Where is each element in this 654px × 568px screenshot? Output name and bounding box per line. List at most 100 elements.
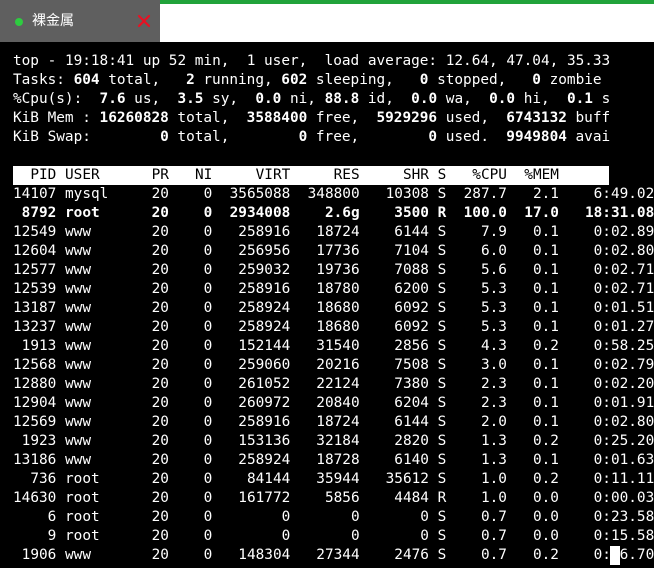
cell-user: www [65, 433, 135, 449]
uptime-line: top - 19:18:41 up 52 min, 1 user, load a… [13, 53, 611, 69]
cell-cpu: 100.0 [454, 205, 507, 221]
cell-virt: 260972 [220, 395, 291, 411]
cell-pid: 12568 [13, 357, 57, 373]
cell-mem: 0.2 [515, 471, 559, 487]
cell-res: 18680 [298, 319, 360, 335]
cell-shr: 6144 [368, 224, 429, 240]
cell-pr: 20 [142, 376, 169, 392]
close-icon[interactable] [136, 13, 152, 29]
cell-s: S [437, 357, 447, 373]
cell-cpu: 0.7 [454, 547, 507, 563]
cell-ni: 0 [177, 300, 213, 316]
cell-pr: 20 [142, 224, 169, 240]
cell-res: 22124 [298, 376, 360, 392]
process-table-header: PID USER PR NI VIRT RES SHR S %CPU %MEM … [13, 166, 654, 185]
cell-ni: 0 [177, 338, 213, 354]
cell-s: S [437, 300, 447, 316]
table-row: 1906 www 20 0 148304 27344 2476 S 0.7 0.… [13, 546, 654, 565]
cell-time: 0:25.20 [567, 433, 654, 449]
cell-cpu: 287.7 [454, 186, 507, 202]
cell-mem: 0.1 [515, 452, 559, 468]
cell-time: 0:23.58 [567, 509, 654, 525]
cell-ni: 0 [177, 357, 213, 373]
cell-shr: 10308 [368, 186, 429, 202]
cell-time: 0:02.80 [567, 243, 654, 259]
column-header-user: USER [65, 167, 135, 183]
cell-cpu: 1.0 [454, 471, 507, 487]
column-header-time: TIME+ [567, 167, 654, 183]
cell-s: R [437, 205, 447, 221]
terminal-cursor [610, 546, 620, 565]
cell-shr: 6144 [368, 414, 429, 430]
cell-pr: 20 [142, 186, 169, 202]
cell-shr: 0 [368, 509, 429, 525]
column-header-pid: PID [13, 167, 57, 183]
cell-ni: 0 [177, 490, 213, 506]
cell-virt: 259032 [220, 262, 291, 278]
cell-time: 0:01.63 [567, 452, 654, 468]
cell-res: 20840 [298, 395, 360, 411]
table-row: 12549 www 20 0 258916 18724 6144 S 7.9 0… [13, 223, 654, 242]
cell-time: 0:00.03 [567, 490, 654, 506]
cell-pid: 12569 [13, 414, 57, 430]
session-tab[interactable]: 裸金属 [0, 0, 160, 42]
cell-user: www [65, 414, 135, 430]
cell-user: root [65, 528, 135, 544]
cell-pr: 20 [142, 490, 169, 506]
column-header-ni: NI [177, 167, 213, 183]
cell-res: 18680 [298, 300, 360, 316]
cell-virt: 258924 [220, 319, 291, 335]
cell-pr: 20 [142, 205, 169, 221]
cell-shr: 6200 [368, 281, 429, 297]
cell-ni: 0 [177, 224, 213, 240]
cell-shr: 3500 [368, 205, 429, 221]
cell-cpu: 5.6 [454, 262, 507, 278]
cell-shr: 35612 [368, 471, 429, 487]
cell-time: 0:01.51 [567, 300, 654, 316]
table-row: 12539 www 20 0 258916 18780 6200 S 5.3 0… [13, 280, 654, 299]
cell-s: S [437, 433, 447, 449]
cell-pid: 12604 [13, 243, 57, 259]
cell-cpu: 0.7 [454, 509, 507, 525]
cell-pid: 14630 [13, 490, 57, 506]
cell-res: 18728 [298, 452, 360, 468]
cell-cpu: 5.3 [454, 319, 507, 335]
cell-user: root [65, 509, 135, 525]
cell-mem: 0.2 [515, 433, 559, 449]
cell-user: www [65, 281, 135, 297]
connection-status-icon [15, 18, 23, 26]
cell-mem: 0.1 [515, 319, 559, 335]
cpu-line: %Cpu(s): 7.6 us, 3.5 sy, 0.0 ni, 88.8 id… [13, 91, 611, 107]
cell-mem: 0.1 [515, 376, 559, 392]
cell-s: S [437, 471, 447, 487]
top-summary: top - 19:18:41 up 52 min, 1 user, load a… [13, 52, 610, 147]
cell-s: S [437, 338, 447, 354]
terminal-output[interactable]: top - 19:18:41 up 52 min, 1 user, load a… [0, 42, 654, 568]
cell-pr: 20 [142, 395, 169, 411]
cell-res: 5856 [298, 490, 360, 506]
cell-user: www [65, 338, 135, 354]
cell-s: S [437, 509, 447, 525]
cell-user: www [65, 452, 135, 468]
cell-cpu: 7.9 [454, 224, 507, 240]
cell-pid: 1906 [13, 547, 57, 563]
cell-cpu: 4.3 [454, 338, 507, 354]
cell-mem: 0.1 [515, 243, 559, 259]
cell-ni: 0 [177, 395, 213, 411]
cell-shr: 6092 [368, 319, 429, 335]
tasks-line: Tasks: 604 total, 2 running, 602 sleepin… [13, 72, 602, 88]
cell-cpu: 5.3 [454, 281, 507, 297]
table-row: 736 root 20 0 84144 35944 35612 S 1.0 0.… [13, 470, 654, 489]
cell-cpu: 1.3 [454, 433, 507, 449]
cell-pid: 13237 [13, 319, 57, 335]
process-table: 14107 mysql 20 0 3565088 348800 10308 S … [13, 185, 654, 565]
cell-s: S [437, 281, 447, 297]
cell-pr: 20 [142, 300, 169, 316]
tab-title: 裸金属 [32, 13, 74, 29]
cell-res: 18724 [298, 414, 360, 430]
table-row: 6 root 20 0 0 0 0 S 0.7 0.0 0:23.58 [13, 508, 654, 527]
tab-bar-accent-line [160, 0, 654, 4]
cell-user: www [65, 547, 135, 563]
cell-ni: 0 [177, 471, 213, 487]
cell-s: S [437, 528, 447, 544]
